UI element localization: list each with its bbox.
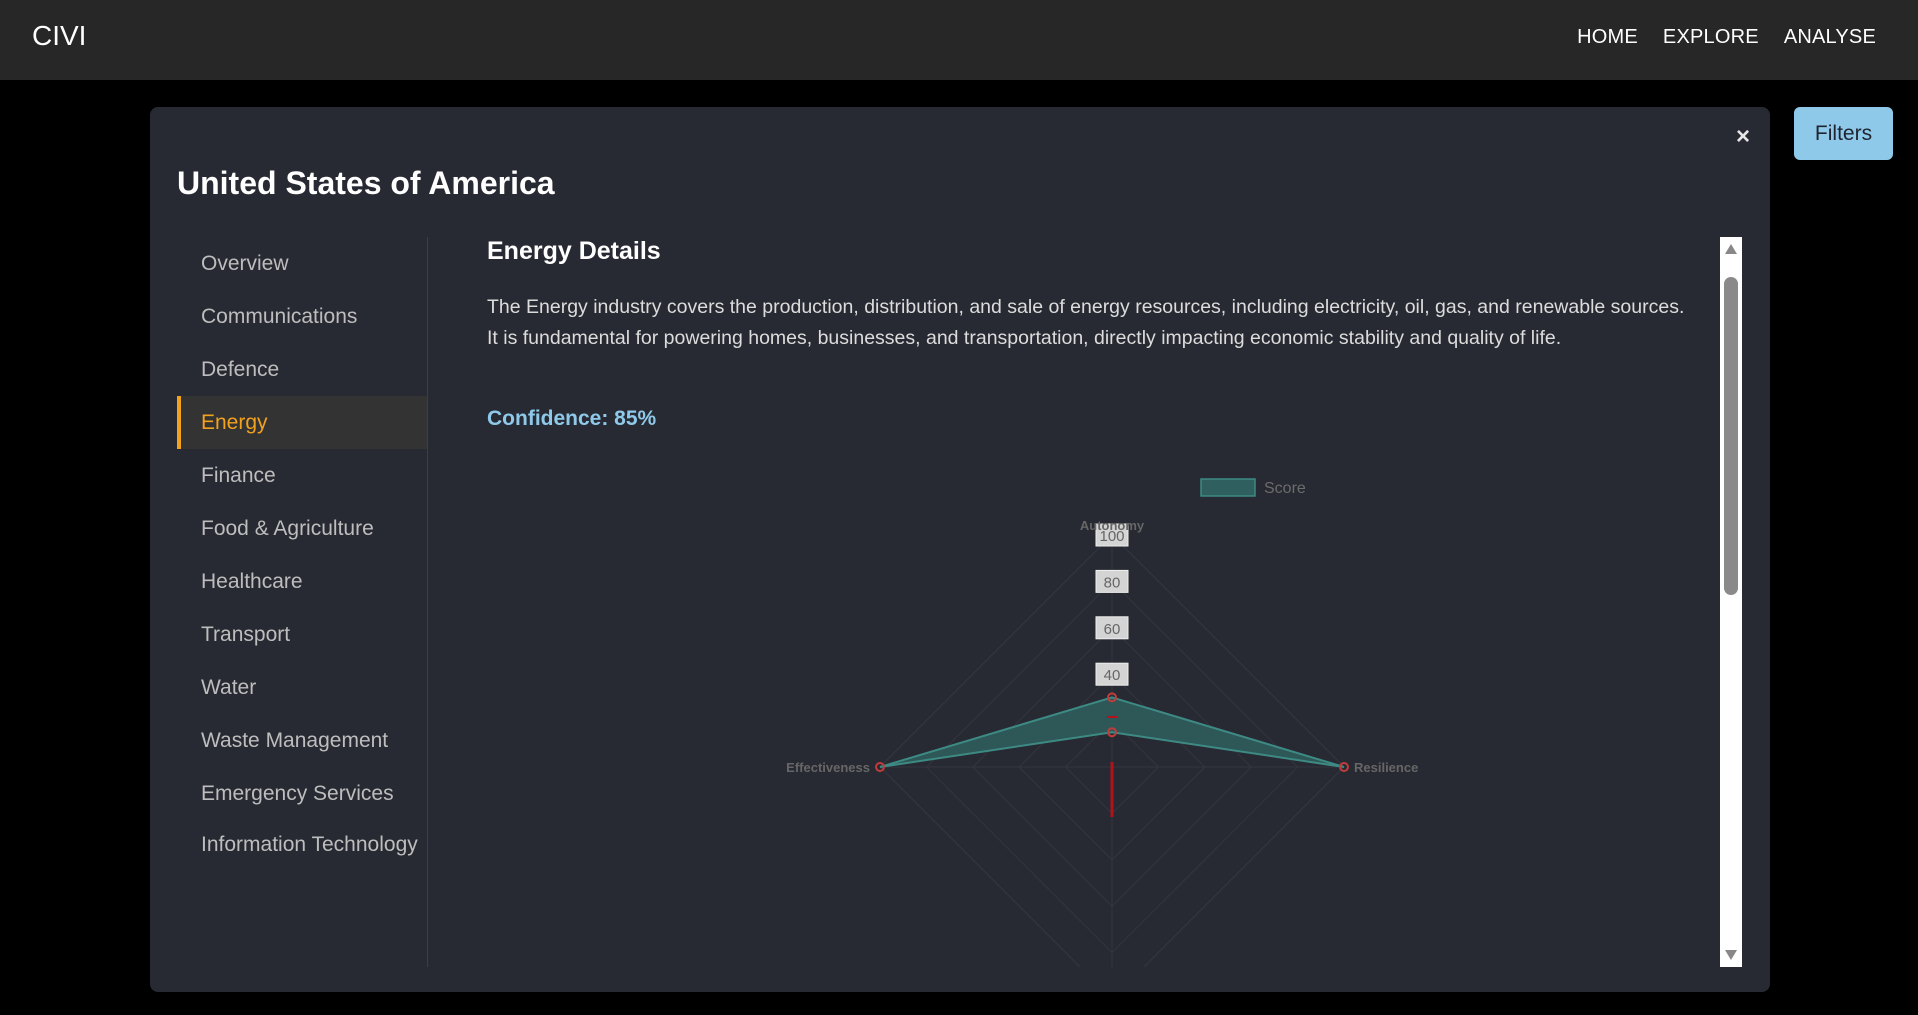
details-panel: Energy Details The Energy industry cover… bbox=[487, 237, 1701, 967]
sidebar-item-transport[interactable]: Transport bbox=[177, 608, 427, 661]
sidebar-item-waste-management[interactable]: Waste Management bbox=[177, 714, 427, 767]
nav-analyse-link[interactable]: ANALYSE bbox=[1784, 26, 1876, 49]
tick-label: 40 bbox=[1104, 667, 1121, 684]
details-title: Energy Details bbox=[487, 237, 661, 265]
sidebar-item-food-agriculture[interactable]: Food & Agriculture bbox=[177, 502, 427, 555]
sidebar-item-emergency-services[interactable]: Emergency Services bbox=[177, 767, 427, 820]
scroll-thumb[interactable] bbox=[1724, 277, 1738, 595]
tick-label: 60 bbox=[1104, 621, 1121, 638]
nav-home-link[interactable]: HOME bbox=[1577, 26, 1638, 49]
filters-button[interactable]: Filters bbox=[1794, 107, 1893, 160]
sidebar-item-communications[interactable]: Communications bbox=[177, 290, 427, 343]
legend-label: Score bbox=[1264, 480, 1306, 497]
chart-legend[interactable]: Score bbox=[1200, 478, 1306, 497]
sidebar-item-healthcare[interactable]: Healthcare bbox=[177, 555, 427, 608]
sidebar-item-defence[interactable]: Defence bbox=[177, 343, 427, 396]
sidebar-item-finance[interactable]: Finance bbox=[177, 449, 427, 502]
sidebar-item-overview[interactable]: Overview bbox=[177, 237, 427, 290]
scroll-up-arrow-icon[interactable] bbox=[1725, 244, 1737, 254]
tick-label: 80 bbox=[1104, 574, 1121, 591]
nav-explore-link[interactable]: EXPLORE bbox=[1663, 26, 1759, 49]
top-navbar: CIVI HOME EXPLORE ANALYSE bbox=[0, 0, 1918, 80]
axis-label-autonomy: Autonomy bbox=[1080, 518, 1145, 533]
close-icon[interactable]: × bbox=[1736, 125, 1750, 149]
sector-sidebar: Overview Communications Defence Energy F… bbox=[177, 237, 428, 967]
country-modal: × United States of America Overview Comm… bbox=[150, 107, 1770, 992]
sidebar-item-information-technology[interactable]: Information Technology bbox=[177, 820, 427, 898]
brand-logo[interactable]: CIVI bbox=[32, 20, 86, 52]
scrollbar[interactable] bbox=[1720, 237, 1742, 967]
sidebar-item-water[interactable]: Water bbox=[177, 661, 427, 714]
sidebar-item-energy[interactable]: Energy bbox=[177, 396, 427, 449]
legend-swatch bbox=[1200, 478, 1256, 497]
radar-chart: Score 406080100 AutonomyResilienceSustai… bbox=[786, 478, 1418, 967]
confidence-label: Confidence: 85% bbox=[487, 407, 657, 430]
main-nav: HOME EXPLORE ANALYSE bbox=[1577, 26, 1876, 49]
axis-label-resilience: Resilience bbox=[1354, 760, 1418, 775]
modal-title: United States of America bbox=[177, 165, 555, 201]
axis-label-effectiveness: Effectiveness bbox=[786, 760, 870, 775]
scroll-down-arrow-icon[interactable] bbox=[1725, 950, 1737, 960]
details-description: The Energy industry covers the productio… bbox=[487, 296, 1685, 349]
